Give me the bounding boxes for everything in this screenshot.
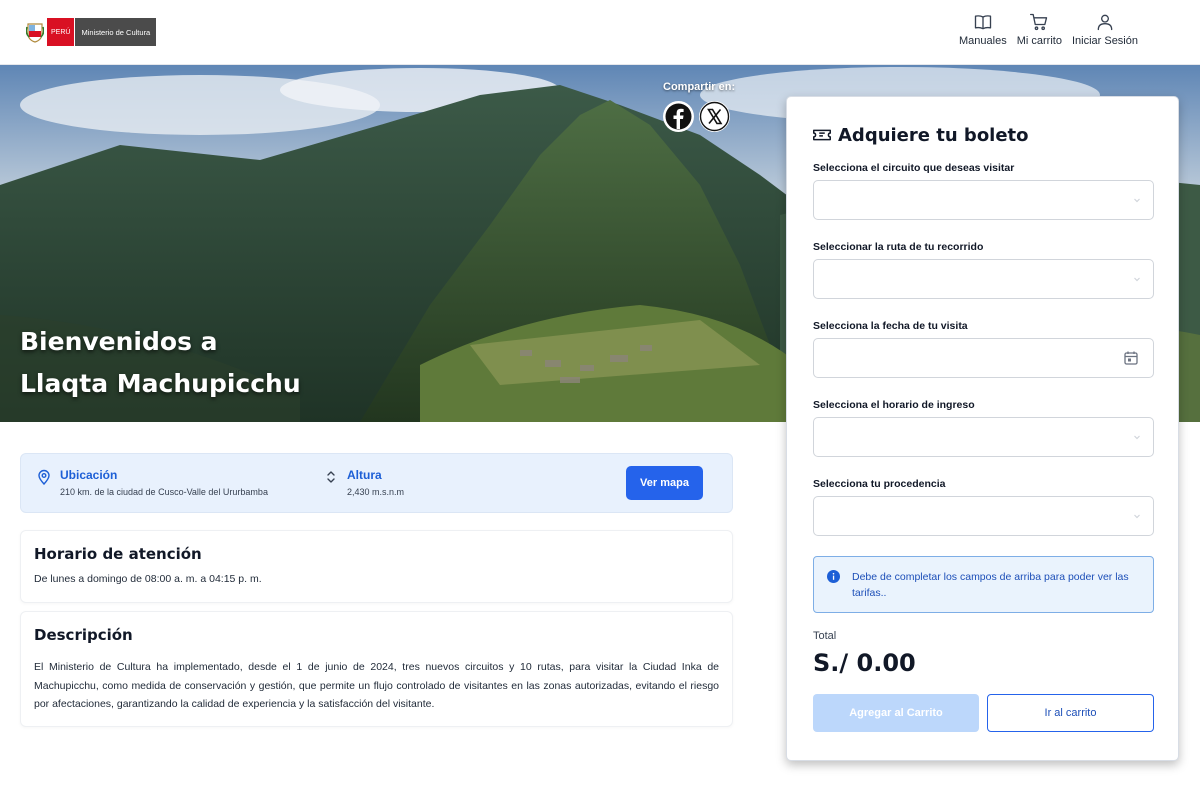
ticket-icon (813, 129, 831, 141)
nav-login-label: Iniciar Sesión (1071, 35, 1138, 47)
schedule-select[interactable] (813, 417, 1154, 457)
x-logo-icon (699, 101, 730, 132)
date-picker[interactable] (813, 338, 1154, 378)
book-icon (974, 15, 992, 30)
route-select[interactable] (813, 259, 1154, 299)
calendar-icon[interactable] (1123, 350, 1139, 366)
logo-ministry-label: Ministerio de Cultura (74, 18, 157, 46)
nav-cart[interactable]: Mi carrito (1015, 12, 1064, 47)
top-header: PERÚ Ministerio de Cultura Manuales Mi c… (0, 0, 1200, 65)
hours-card: Horario de atención De lunes a domingo d… (20, 530, 733, 603)
location-pin-icon (38, 469, 50, 485)
total-value: S./ 0.00 (813, 649, 916, 677)
user-icon (1097, 14, 1113, 31)
altitude-title: Altura (347, 468, 382, 482)
hours-text: De lunes a domingo de 08:00 a. m. a 04:1… (34, 573, 262, 585)
ticket-booking-panel: Adquiere tu boleto Selecciona el circuit… (786, 96, 1179, 761)
view-map-button[interactable]: Ver mapa (626, 466, 703, 500)
rates-notice-text: Debe de completar los campos de arriba p… (852, 571, 1129, 599)
ministry-logo[interactable]: PERÚ Ministerio de Cultura (25, 18, 157, 46)
altitude-text: 2,430 m.s.n.m (347, 487, 405, 497)
circuit-select[interactable] (813, 180, 1154, 220)
booking-title-row: Adquiere tu boleto (811, 124, 1029, 146)
booking-title: Adquiere tu boleto (838, 124, 1029, 146)
hours-title: Horario de atención (34, 545, 202, 563)
hero-title: Bienvenidos a Llaqta Machupicchu (20, 321, 301, 405)
share-facebook-button[interactable] (663, 101, 694, 132)
description-card: Descripción El Ministerio de Cultura ha … (20, 611, 733, 727)
total-label: Total (813, 630, 837, 642)
origin-label: Selecciona tu procedencia (813, 478, 946, 490)
nav-manuals-label: Manuales (959, 35, 1007, 47)
cart-icon (1030, 13, 1048, 31)
nav-manuals[interactable]: Manuales (957, 12, 1009, 47)
route-label: Seleccionar la ruta de tu recorrido (813, 241, 984, 253)
share-icons (663, 101, 735, 132)
facebook-icon (665, 103, 692, 130)
info-icon (827, 570, 840, 583)
go-to-cart-button[interactable]: Ir al carrito (987, 694, 1154, 732)
altitude-block: Altura 2,430 m.s.n.m (323, 468, 404, 497)
nav-login[interactable]: Iniciar Sesión (1070, 12, 1140, 47)
description-title: Descripción (34, 626, 133, 644)
schedule-label: Selecciona el horario de ingreso (813, 399, 975, 411)
date-label: Selecciona la fecha de tu visita (813, 320, 968, 332)
hero-title-line2: Llaqta Machupicchu (20, 369, 301, 398)
circuit-label: Selecciona el circuito que deseas visita… (813, 162, 1015, 174)
share-x-button[interactable] (699, 101, 730, 132)
up-down-arrows-icon (327, 471, 335, 483)
header-nav: Manuales Mi carrito Iniciar Sesión (957, 12, 1140, 47)
chevron-down-icon (1134, 277, 1140, 282)
share-section: Compartir en: (663, 81, 735, 132)
nav-cart-label: Mi carrito (1016, 35, 1062, 47)
logo-country-label: PERÚ (47, 18, 75, 46)
location-info-bar: Ubicación 210 km. de la ciudad de Cusco-… (20, 453, 733, 513)
chevron-down-icon (1134, 198, 1140, 203)
share-label: Compartir en: (663, 81, 736, 93)
origin-select[interactable] (813, 496, 1154, 536)
location-block: Ubicación 210 km. de la ciudad de Cusco-… (36, 468, 268, 497)
add-to-cart-button[interactable]: Agregar al Carrito (813, 694, 979, 732)
description-text: El Ministerio de Cultura ha implementado… (34, 661, 719, 710)
chevron-down-icon (1134, 435, 1140, 440)
hero-title-line1: Bienvenidos a (20, 327, 218, 356)
rates-notice: Debe de completar los campos de arriba p… (813, 556, 1154, 613)
chevron-down-icon (1134, 514, 1140, 519)
location-title: Ubicación (60, 468, 118, 482)
peru-coat-of-arms-icon (25, 19, 45, 45)
location-text: 210 km. de la ciudad de Cusco-Valle del … (60, 487, 268, 497)
